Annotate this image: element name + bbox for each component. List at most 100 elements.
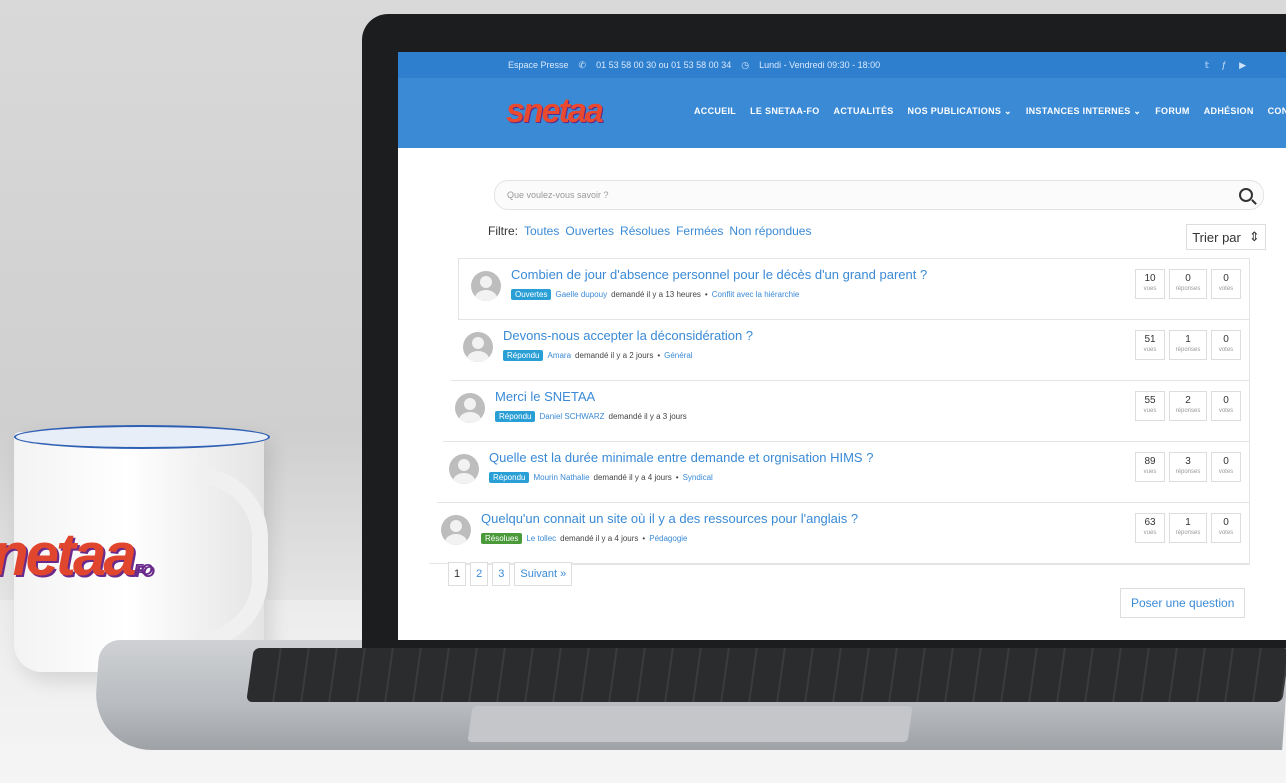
views-count: 51 vues	[1135, 330, 1165, 360]
status-badge: Ouvertes	[511, 289, 552, 300]
phone-icon: ✆	[578, 59, 587, 70]
avatar	[441, 515, 471, 545]
meta-separator: •	[675, 473, 679, 482]
sort-label: Trier par	[1192, 229, 1241, 245]
laptop-screen: Espace Presse ✆ 01 53 58 00 30 ou 01 53 …	[398, 52, 1286, 640]
sort-arrows-icon: ⇕	[1248, 229, 1260, 244]
category-link[interactable]: Conflit avec la hiérarchie	[712, 290, 800, 299]
question-row: Merci le SNETAA Répondu Daniel SCHWARZ dema…	[443, 381, 1249, 442]
question-meta: Résolues Le tollec demandé il y a 4 jours •…	[481, 533, 688, 544]
status-badge: Répondu	[503, 350, 544, 361]
nav-item[interactable]: CONTACTEZ-NOUS	[1268, 106, 1286, 117]
filter-link[interactable]: Ouvertes	[565, 224, 614, 238]
avatar	[455, 393, 485, 423]
question-row: Quelle est la durée minimale entre deman…	[437, 442, 1249, 503]
nav-item[interactable]: ADHÉSION	[1204, 106, 1254, 117]
pagination: 1 2 3 Suivant »	[448, 562, 573, 586]
sort-select[interactable]: Trier par ⇕	[1186, 224, 1266, 250]
question-stats: 89 vues 3 réponses 0 votes	[1135, 452, 1241, 482]
author-link[interactable]: Le tollec	[526, 534, 556, 543]
question-title[interactable]: Quelqu'un connait un site où il y a des …	[481, 511, 858, 526]
site-logo[interactable]: snetaa	[506, 92, 604, 131]
avatar	[463, 332, 493, 362]
nav-item[interactable]: LE SNETAA-FO	[750, 106, 819, 117]
question-title[interactable]: Merci le SNETAA	[495, 389, 595, 404]
question-row: Combien de jour d'absence personnel pour…	[459, 259, 1249, 320]
question-stats: 10 vues 0 réponses 0 votes	[1135, 269, 1241, 299]
answers-count: 0 réponses	[1169, 269, 1207, 299]
votes-count: 0 votes	[1211, 269, 1241, 299]
asked-time: demandé il y a 4 jours	[560, 534, 639, 543]
views-count: 10 vues	[1135, 269, 1165, 299]
asked-time: demandé il y a 13 heures	[611, 290, 701, 299]
asked-time: demandé il y a 2 jours	[575, 351, 654, 360]
question-meta: Répondu Amara demandé il y a 2 jours • Génér…	[503, 350, 693, 361]
answers-count: 2 réponses	[1169, 391, 1207, 421]
mug-logo: netaaFO	[0, 521, 153, 588]
filter-bar: Filtre: Toutes Ouvertes Résolues Fermées Non…	[488, 224, 811, 238]
twitter-icon[interactable]: 𝕥	[1205, 60, 1209, 70]
press-link[interactable]: Espace Presse	[508, 60, 569, 70]
phone-text: 01 53 58 00 30 ou 01 53 58 00 34	[596, 60, 732, 70]
ask-question-button[interactable]: Poser une question	[1120, 588, 1246, 618]
question-meta: Répondu Mourin Nathalie demandé il y a 4 j…	[489, 472, 713, 483]
nav-item[interactable]: ACCUEIL	[694, 106, 736, 117]
meta-separator: •	[704, 290, 708, 299]
status-badge: Répondu	[495, 411, 536, 422]
facebook-icon[interactable]: ƒ	[1222, 60, 1227, 70]
votes-count: 0 votes	[1211, 452, 1241, 482]
answers-count: 3 réponses	[1169, 452, 1207, 482]
question-stats: 63 vues 1 réponses 0 votes	[1135, 513, 1241, 543]
main-nav: ACCUEIL LE SNETAA-FO ACTUALITÉS NOS PUBLICA…	[694, 106, 1286, 117]
views-count: 63 vues	[1135, 513, 1165, 543]
question-title[interactable]: Devons-nous accepter la déconsidération …	[503, 328, 753, 343]
search-input[interactable]: Que voulez-vous savoir ?	[494, 180, 1264, 210]
answers-count: 1 réponses	[1169, 513, 1207, 543]
question-row: Devons-nous accepter la déconsidération …	[451, 320, 1249, 381]
category-link[interactable]: Syndical	[683, 473, 713, 482]
asked-time: demandé il y a 4 jours	[593, 473, 672, 482]
youtube-icon[interactable]: ▶	[1239, 60, 1246, 70]
filter-link[interactable]: Toutes	[524, 224, 559, 238]
social-icons: 𝕥 ƒ ▶	[1205, 60, 1256, 71]
category-link[interactable]: Pédagogie	[649, 534, 687, 543]
nav-item[interactable]: INSTANCES INTERNES ⌄	[1026, 106, 1141, 117]
nav-item[interactable]: FORUM	[1155, 106, 1190, 117]
filter-link[interactable]: Non répondues	[729, 224, 811, 238]
author-link[interactable]: Daniel SCHWARZ	[539, 412, 604, 421]
top-info-bar: Espace Presse ✆ 01 53 58 00 30 ou 01 53 …	[398, 52, 1286, 78]
question-title[interactable]: Quelle est la durée minimale entre deman…	[489, 450, 873, 465]
author-link[interactable]: Mourin Nathalie	[533, 473, 589, 482]
laptop-trackpad	[467, 706, 913, 742]
hours-text: Lundi - Vendredi 09:30 - 18:00	[759, 60, 881, 70]
filter-label: Filtre:	[488, 224, 518, 238]
meta-separator: •	[657, 351, 661, 360]
mug-rim	[14, 425, 270, 449]
search-placeholder: Que voulez-vous savoir ?	[507, 190, 609, 200]
status-badge: Répondu	[489, 472, 530, 483]
meta-separator: •	[642, 534, 646, 543]
votes-count: 0 votes	[1211, 330, 1241, 360]
asked-time: demandé il y a 3 jours	[608, 412, 687, 421]
question-title[interactable]: Combien de jour d'absence personnel pour…	[511, 267, 927, 282]
nav-item[interactable]: NOS PUBLICATIONS ⌄	[908, 106, 1012, 117]
filter-link[interactable]: Fermées	[676, 224, 723, 238]
question-stats: 51 vues 1 réponses 0 votes	[1135, 330, 1241, 360]
nav-item[interactable]: ACTUALITÉS	[834, 106, 894, 117]
views-count: 89 vues	[1135, 452, 1165, 482]
answers-count: 1 réponses	[1169, 330, 1207, 360]
question-meta: Répondu Daniel SCHWARZ demandé il y a 3 jo…	[495, 411, 695, 422]
page-link[interactable]: 1	[448, 562, 467, 586]
avatar	[449, 454, 479, 484]
page-link[interactable]: 2	[470, 562, 489, 586]
author-link[interactable]: Amara	[547, 351, 571, 360]
question-row: Quelqu'un connait un site où il y a des …	[429, 503, 1249, 564]
category-link[interactable]: Général	[664, 351, 692, 360]
clock-icon: ◷	[741, 59, 750, 70]
search-icon[interactable]	[1239, 188, 1253, 202]
page-link[interactable]: 3	[492, 562, 511, 586]
author-link[interactable]: Gaelle dupouy	[555, 290, 607, 299]
next-page-link[interactable]: Suivant »	[514, 562, 573, 586]
filter-link[interactable]: Résolues	[620, 224, 670, 238]
laptop-keyboard	[246, 648, 1286, 702]
